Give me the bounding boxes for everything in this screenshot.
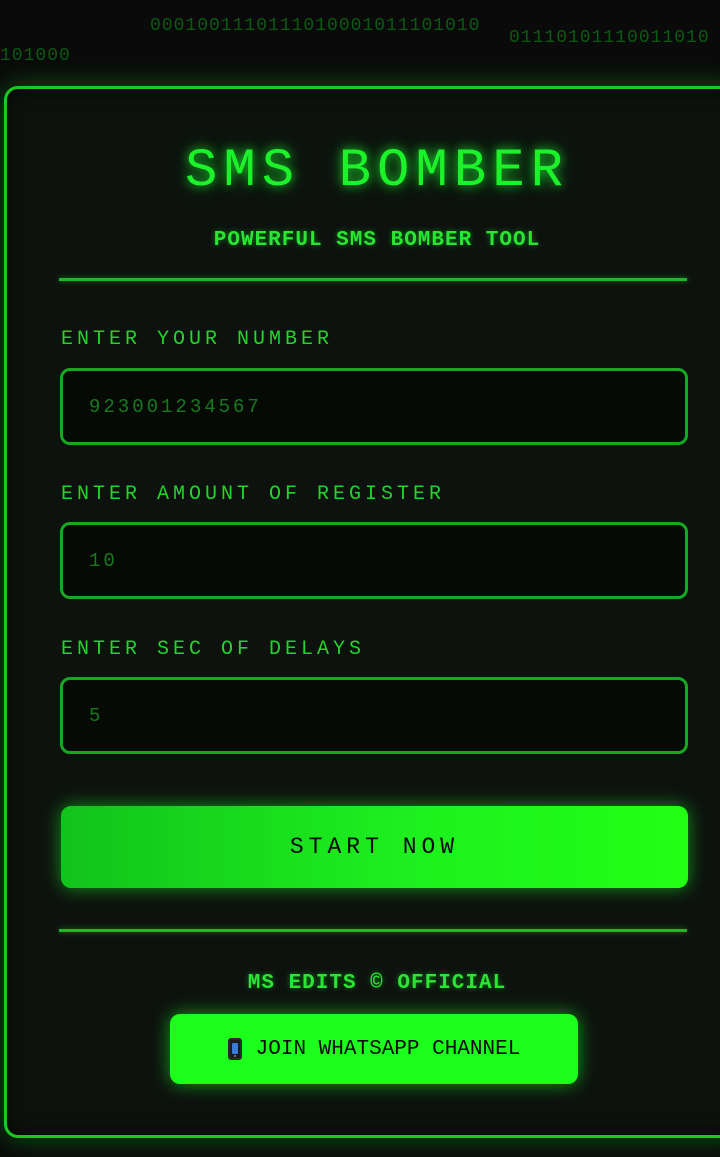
footer-credit: MS EDITS © OFFICIAL — [247, 972, 507, 995]
page-title: SMS BOMBER — [184, 141, 570, 202]
number-input[interactable] — [60, 368, 688, 445]
start-button[interactable]: START NOW — [61, 806, 688, 888]
mobile-phone-icon — [227, 1038, 242, 1060]
background-binary-text: 101000 — [0, 46, 71, 66]
background-binary-text: 0001001110111010001011101010 — [150, 16, 481, 36]
number-label: ENTER YOUR NUMBER — [61, 328, 334, 351]
divider — [59, 929, 687, 932]
amount-label: ENTER AMOUNT OF REGISTER — [61, 483, 446, 506]
delay-input[interactable] — [60, 677, 688, 754]
main-card: SMS BOMBER POWERFUL SMS BOMBER TOOL ENTE… — [4, 86, 720, 1138]
divider — [59, 278, 687, 281]
page-subtitle: POWERFUL SMS BOMBER TOOL — [213, 229, 541, 252]
join-whatsapp-button[interactable]: JOIN WHATSAPP CHANNEL — [170, 1014, 578, 1084]
amount-input[interactable] — [60, 522, 688, 599]
join-whatsapp-label: JOIN WHATSAPP CHANNEL — [255, 1037, 521, 1061]
delay-label: ENTER SEC OF DELAYS — [61, 638, 366, 661]
background-binary-text: 01110101110011010 — [509, 28, 710, 48]
